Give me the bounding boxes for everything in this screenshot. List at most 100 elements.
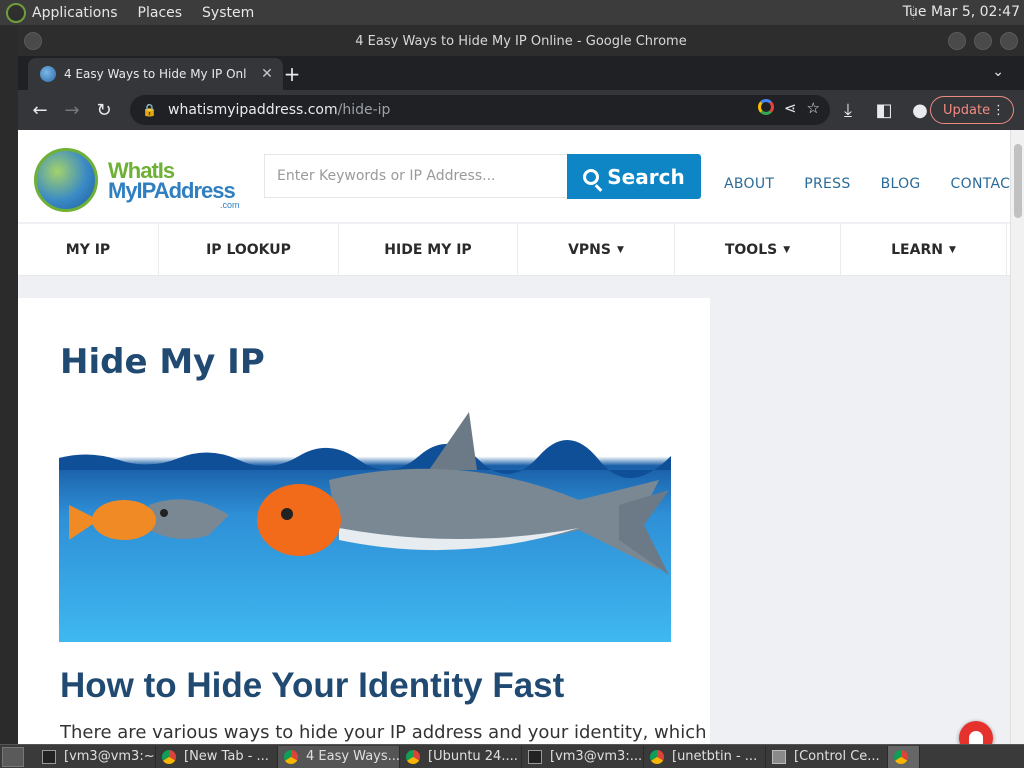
url-path: /hide-ip bbox=[337, 102, 391, 118]
caret-down-icon: ▼ bbox=[948, 245, 956, 255]
caret-down-icon: ▼ bbox=[783, 245, 791, 255]
menu-system[interactable]: System bbox=[202, 5, 254, 21]
site-header: WhatIs MyIPAddress .com Enter Keywords o… bbox=[18, 130, 1019, 222]
page-viewport[interactable]: WhatIs MyIPAddress .com Enter Keywords o… bbox=[18, 130, 1024, 744]
scrollbar-thumb[interactable] bbox=[1014, 144, 1022, 218]
download-icon[interactable]: ⤓ bbox=[832, 94, 864, 126]
bell-icon bbox=[969, 731, 983, 744]
caret-down-icon: ▼ bbox=[616, 245, 624, 255]
toolbar-right-icons: ⤓ ◧ ● bbox=[832, 94, 936, 126]
taskbar-label: [New Tab - ... bbox=[184, 749, 269, 764]
side-panel-icon[interactable]: ◧ bbox=[868, 94, 900, 126]
new-tab-button[interactable]: + bbox=[280, 62, 304, 86]
search-icon bbox=[583, 168, 600, 185]
close-window-button[interactable] bbox=[1000, 32, 1018, 50]
chrome-icon bbox=[894, 749, 908, 764]
nav-label: TOOLS bbox=[724, 242, 778, 258]
taskbar-item-control-center[interactable]: [Control Ce... bbox=[766, 745, 888, 768]
nav-tools[interactable]: TOOLS ▼ bbox=[675, 224, 841, 276]
search-button[interactable]: Search bbox=[567, 154, 701, 199]
nav-hide-my-ip[interactable]: HIDE MY IP bbox=[339, 224, 518, 276]
lock-icon[interactable]: 🔒 bbox=[142, 103, 160, 117]
nav-label: LEARN bbox=[891, 242, 943, 258]
maximize-button[interactable] bbox=[974, 32, 992, 50]
link-contact[interactable]: CONTACT bbox=[951, 176, 1020, 192]
tab-active[interactable]: 4 Easy Ways to Hide My IP Onl ✕ bbox=[28, 58, 283, 90]
browser-window: 4 Easy Ways to Hide My IP Online - Googl… bbox=[18, 26, 1024, 744]
content-card: Hide My IP How to Hide Your Identity Fas… bbox=[18, 298, 710, 744]
window-titlebar[interactable]: 4 Easy Ways to Hide My IP Online - Googl… bbox=[18, 26, 1024, 56]
omnibox-actions: ⋖ ☆ bbox=[757, 99, 820, 117]
nav-my-ip[interactable]: MY IP bbox=[18, 224, 159, 276]
reload-button[interactable]: ↻ bbox=[88, 94, 120, 126]
tab-strip: 4 Easy Ways to Hide My IP Onl ✕ + ⌄ bbox=[18, 56, 1024, 90]
minimize-button[interactable] bbox=[948, 32, 966, 50]
link-about[interactable]: ABOUT bbox=[724, 176, 774, 192]
taskbar-item-new-tab[interactable]: [New Tab - ... bbox=[156, 745, 278, 768]
nav-vpns[interactable]: VPNS ▼ bbox=[518, 224, 675, 276]
forward-button[interactable]: → bbox=[56, 94, 88, 126]
nav-label: VPNS bbox=[568, 242, 611, 258]
show-desktop-button[interactable] bbox=[2, 746, 24, 767]
link-blog[interactable]: BLOG bbox=[881, 176, 921, 192]
url-domain: whatismyipaddress.com bbox=[168, 102, 338, 118]
update-label: Update bbox=[943, 102, 991, 118]
back-button[interactable]: ← bbox=[24, 94, 56, 126]
window-title: 4 Easy Ways to Hide My IP Online - Googl… bbox=[355, 33, 687, 49]
link-press[interactable]: PRESS bbox=[804, 176, 850, 192]
taskbar: [vm3@vm3:~] [New Tab - ... 4 Easy Ways..… bbox=[0, 744, 1024, 768]
bookmark-star-icon[interactable]: ☆ bbox=[807, 99, 820, 117]
google-lens-icon[interactable] bbox=[757, 99, 774, 115]
nav-label: HIDE MY IP bbox=[384, 242, 472, 258]
taskbar-label: [vm3@vm3:... bbox=[550, 749, 643, 764]
taskbar-label: [vm3@vm3:~] bbox=[64, 749, 156, 764]
nav-label: IP LOOKUP bbox=[206, 242, 291, 258]
main-nav: MY IP IP LOOKUP HIDE MY IP VPNS ▼ TOOLS ▼ … bbox=[18, 224, 1010, 276]
menu-places[interactable]: Places bbox=[138, 5, 183, 21]
chrome-icon bbox=[650, 749, 664, 764]
taskbar-item-terminal-2[interactable]: [vm3@vm3:... bbox=[522, 745, 644, 768]
chrome-menu-icon[interactable]: ⋮ bbox=[992, 103, 1005, 118]
window-menu-button[interactable] bbox=[24, 32, 42, 50]
taskbar-label: [Ubuntu 24.... bbox=[428, 749, 518, 764]
page-scrollbar[interactable] bbox=[1010, 130, 1024, 744]
taskbar-label: [unetbtin - ... bbox=[672, 749, 758, 764]
taskbar-item-unetbootin[interactable]: [unetbtin - ... bbox=[644, 745, 766, 768]
taskbar-item-hide-ip[interactable]: 4 Easy Ways... bbox=[278, 745, 400, 768]
tab-title: 4 Easy Ways to Hide My IP Onl bbox=[64, 67, 247, 81]
hero-image-goldfish-shark bbox=[59, 410, 671, 642]
taskbar-label: 4 Easy Ways... bbox=[306, 749, 400, 764]
chrome-icon bbox=[162, 749, 176, 764]
taskbar-item-ubuntu[interactable]: [Ubuntu 24.... bbox=[400, 745, 522, 768]
share-icon[interactable]: ⋖ bbox=[784, 99, 797, 117]
clock[interactable]: Tue Mar 5, 02:47 bbox=[903, 4, 1020, 20]
chrome-icon bbox=[406, 749, 420, 764]
update-button[interactable]: Update ⋮ bbox=[930, 96, 1014, 124]
nav-label: MY IP bbox=[65, 242, 111, 258]
taskbar-label: [Control Ce... bbox=[794, 749, 880, 764]
browser-toolbar: ← → ↻ 🔒 whatismyipaddress.com/hide-ip ⋖ … bbox=[18, 90, 1024, 130]
search-button-label: Search bbox=[607, 164, 685, 189]
terminal-icon bbox=[528, 749, 542, 764]
page-title: Hide My IP bbox=[60, 342, 265, 382]
address-bar[interactable]: 🔒 whatismyipaddress.com/hide-ip ⋖ ☆ bbox=[130, 95, 830, 125]
nav-learn[interactable]: LEARN ▼ bbox=[841, 224, 1007, 276]
taskbar-item-terminal-1[interactable]: [vm3@vm3:~] bbox=[36, 745, 156, 768]
section-title: How to Hide Your Identity Fast bbox=[60, 666, 565, 705]
intro-paragraph: There are various ways to hide your IP a… bbox=[60, 722, 707, 743]
search-input[interactable]: Enter Keywords or IP Address... bbox=[264, 154, 568, 198]
logo-text-line3: .com bbox=[220, 200, 240, 210]
tab-close-icon[interactable]: ✕ bbox=[257, 66, 277, 82]
tab-search-chevron-icon[interactable]: ⌄ bbox=[992, 64, 1004, 80]
taskbar-item-chrome[interactable] bbox=[888, 745, 920, 768]
distro-logo-icon[interactable] bbox=[6, 2, 26, 23]
globe-favicon-icon bbox=[40, 66, 56, 82]
notification-bell-button[interactable] bbox=[959, 721, 993, 744]
chrome-icon bbox=[284, 749, 298, 764]
top-links: ABOUT PRESS BLOG CONTACT bbox=[724, 176, 1024, 192]
control-center-icon bbox=[772, 749, 786, 764]
nav-ip-lookup[interactable]: IP LOOKUP bbox=[159, 224, 339, 276]
menu-applications[interactable]: Applications bbox=[32, 5, 118, 21]
site-logo[interactable]: WhatIs MyIPAddress .com bbox=[34, 148, 244, 218]
logo-text-line2: MyIPAddress bbox=[108, 178, 236, 203]
